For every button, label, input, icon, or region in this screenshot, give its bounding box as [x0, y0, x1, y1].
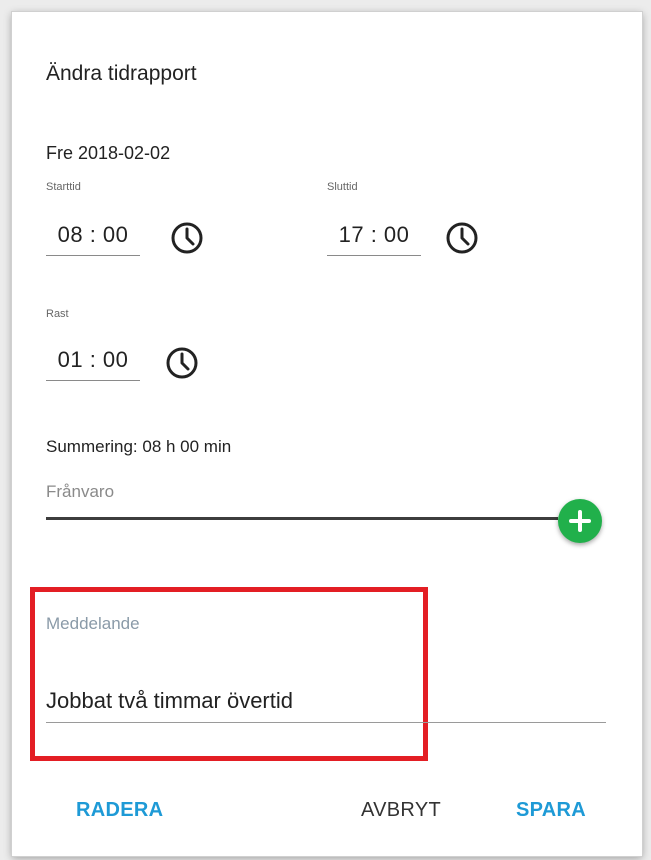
absence-label: Frånvaro [46, 482, 115, 501]
start-time-label: Starttid [46, 181, 81, 193]
absence-select-line[interactable] [46, 517, 558, 520]
report-date: Fre 2018-02-02 [46, 143, 171, 163]
edit-timereport-dialog: Ändra tidrapport Fre 2018-02-02 Starttid… [12, 12, 642, 856]
message-label: Meddelande [46, 614, 140, 633]
message-input[interactable] [46, 680, 606, 723]
break-time-label: Rast [46, 308, 69, 320]
break-clock-icon[interactable] [164, 345, 200, 381]
end-time-field[interactable]: 17 : 00 [327, 217, 421, 256]
delete-button[interactable]: RADERA [70, 795, 169, 826]
cancel-button[interactable]: AVBRYT [355, 795, 447, 826]
time-summary: Summering: 08 h 00 min [46, 437, 232, 456]
plus-icon [569, 510, 591, 532]
dialog-title: Ändra tidrapport [46, 62, 197, 85]
add-absence-button[interactable] [558, 499, 602, 543]
start-time-field[interactable]: 08 : 00 [46, 217, 140, 256]
start-clock-icon[interactable] [169, 220, 205, 256]
save-button[interactable]: SPARA [510, 795, 592, 826]
break-time-field[interactable]: 01 : 00 [46, 342, 140, 381]
end-clock-icon[interactable] [444, 220, 480, 256]
end-time-label: Sluttid [327, 181, 358, 193]
